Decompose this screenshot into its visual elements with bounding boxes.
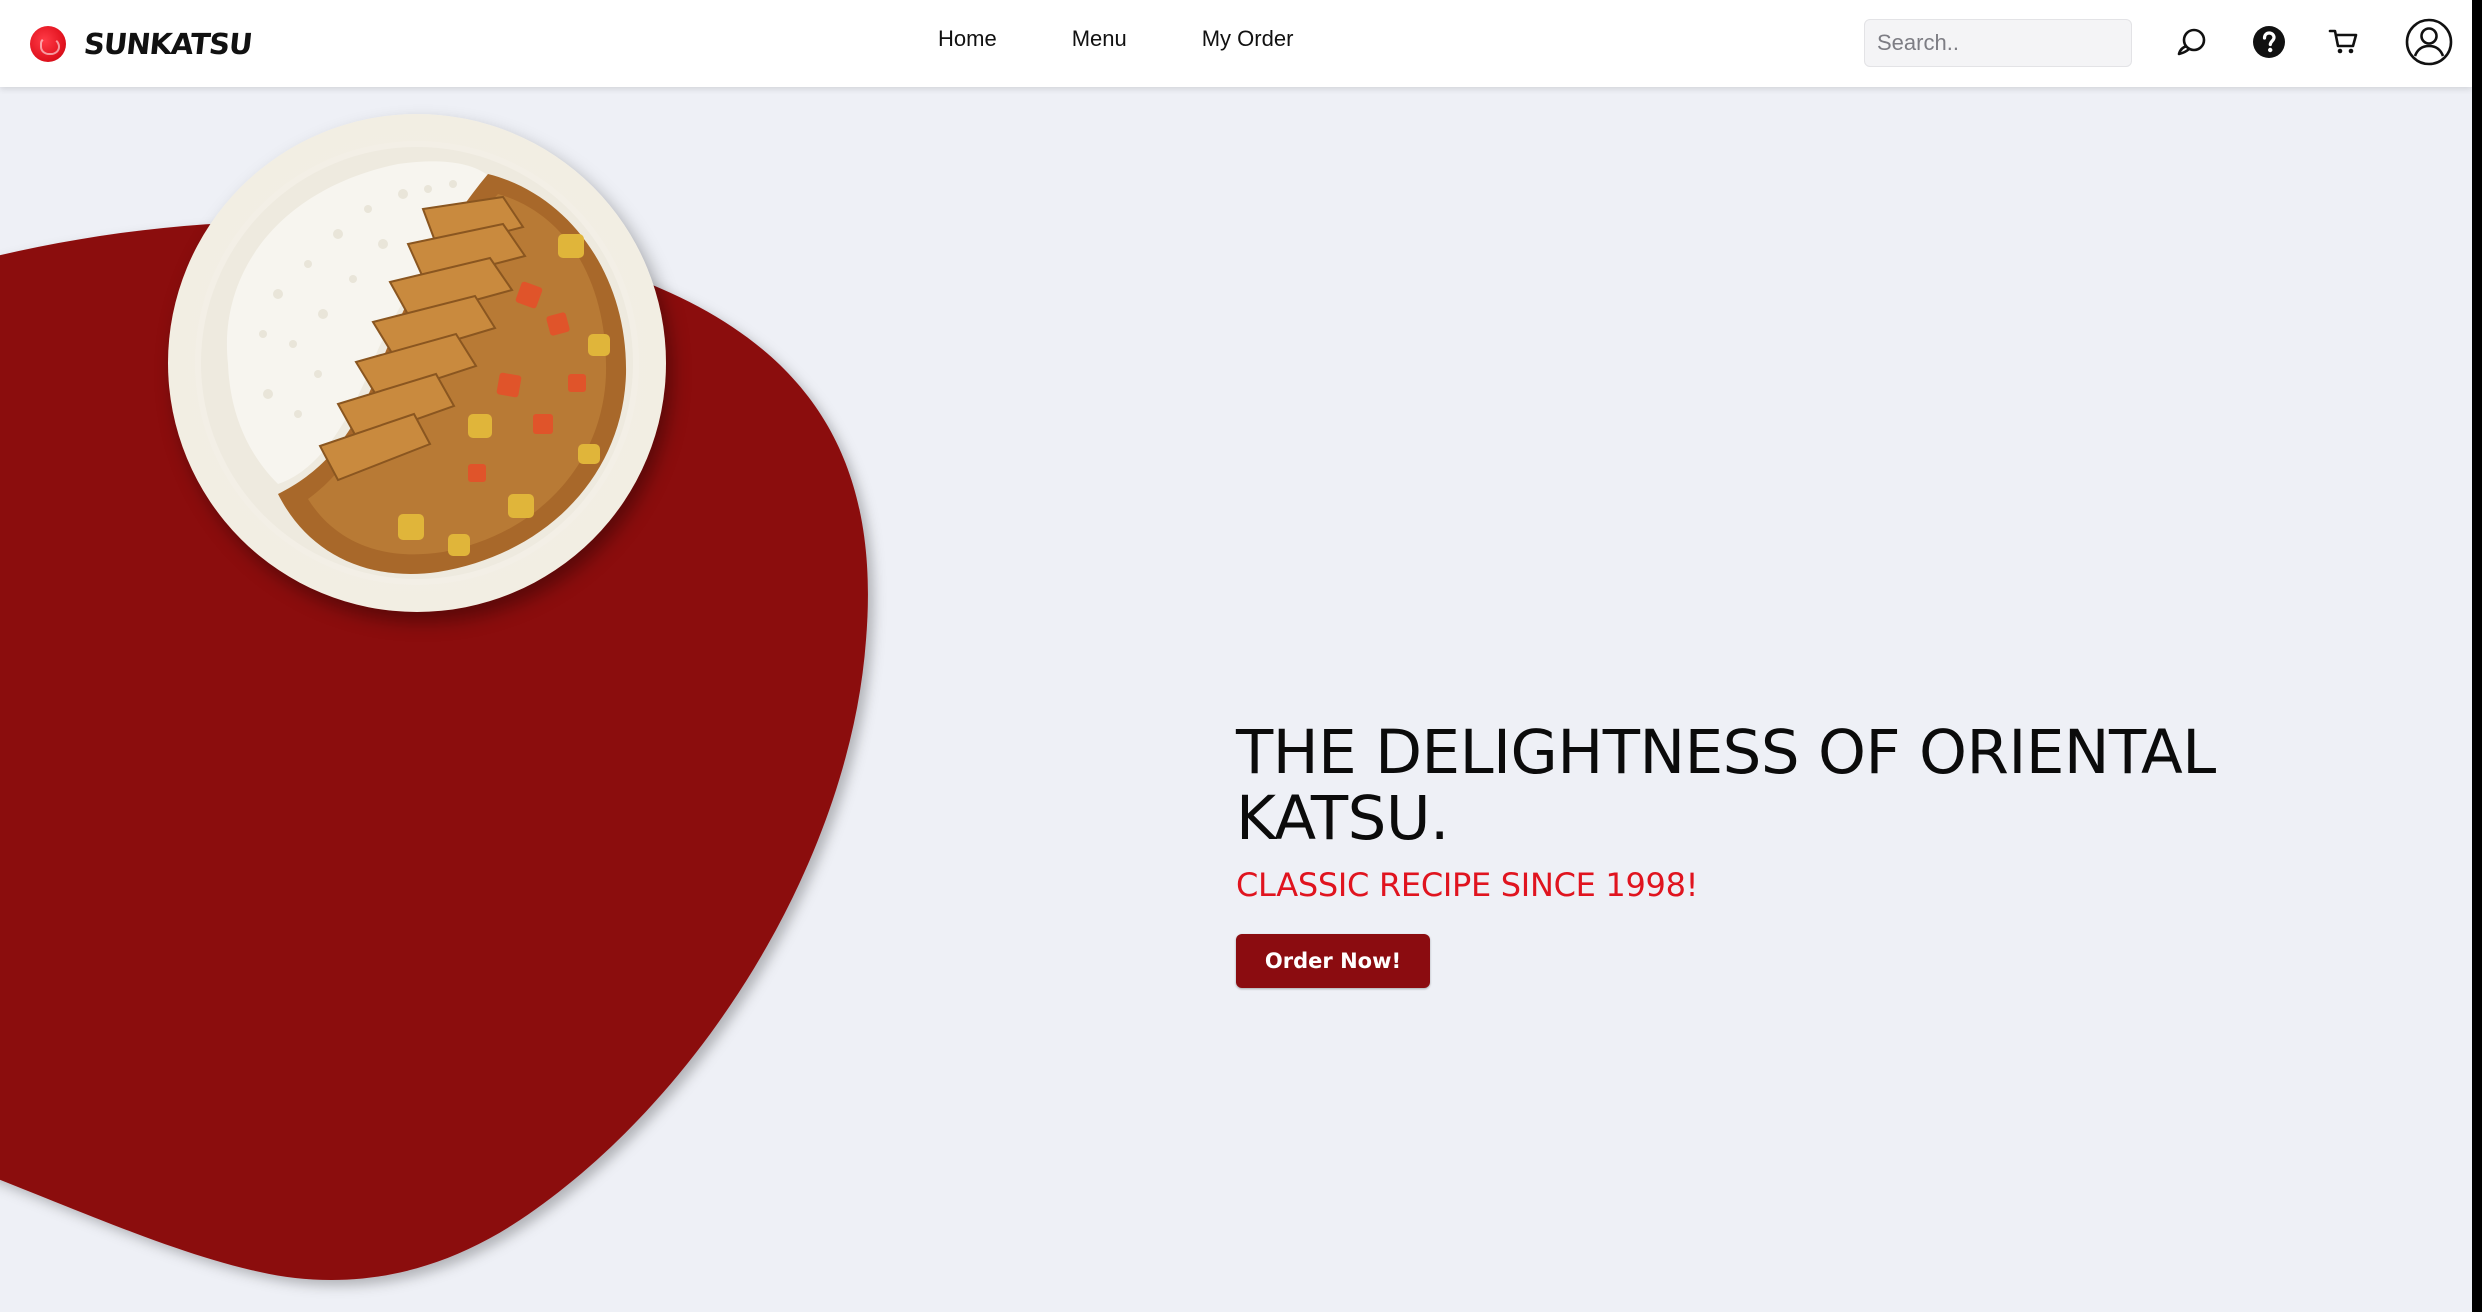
nav-link-menu[interactable]: Menu: [1072, 26, 1127, 52]
nav-link-my-order[interactable]: My Order: [1202, 26, 1294, 52]
hero-subtitle: CLASSIC RECIPE SINCE 1998!: [1236, 866, 1699, 904]
chat-icon[interactable]: [2172, 22, 2212, 62]
search-input[interactable]: [1864, 19, 2132, 67]
hero-section: THE DELIGHTNESS OF ORIENTAL KATSU. CLASS…: [1236, 720, 2336, 988]
nav-link-home[interactable]: Home: [938, 26, 997, 52]
katsu-curry-plate-image: [168, 114, 666, 612]
hero-title: THE DELIGHTNESS OF ORIENTAL KATSU.: [1236, 717, 2216, 854]
top-navbar: SUNKATSU Home Menu My Order: [0, 0, 2472, 87]
brand-name: SUNKATSU: [82, 27, 254, 61]
cart-icon[interactable]: [2324, 22, 2364, 62]
order-now-button[interactable]: Order Now!: [1236, 934, 1430, 988]
page: SUNKATSU Home Menu My Order Search.. THE…: [0, 0, 2472, 1312]
help-icon[interactable]: [2249, 22, 2289, 62]
nav-links: Home Menu My Order: [938, 26, 1293, 52]
user-account-icon[interactable]: [2404, 17, 2454, 67]
brand[interactable]: SUNKATSU: [30, 24, 254, 64]
sun-logo-icon: [30, 26, 66, 62]
